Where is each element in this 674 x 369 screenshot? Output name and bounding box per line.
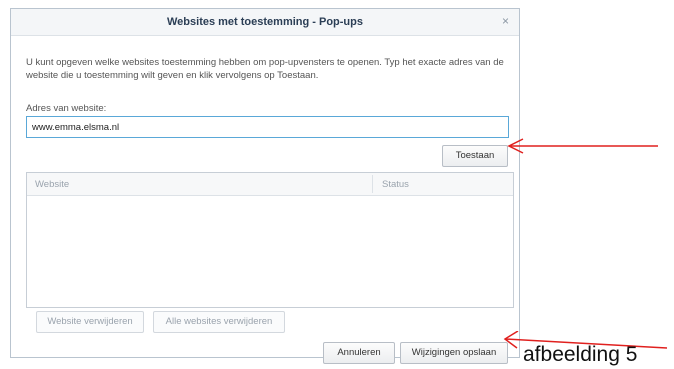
column-header-website[interactable]: Website — [35, 179, 69, 190]
dialog-titlebar: Websites met toestemming - Pop-ups × — [11, 9, 519, 36]
cancel-button[interactable]: Annuleren — [323, 342, 395, 364]
website-address-input[interactable] — [26, 116, 509, 138]
close-icon[interactable]: × — [502, 14, 509, 28]
column-header-status[interactable]: Status — [382, 179, 409, 190]
remove-website-button[interactable]: Website verwijderen — [36, 311, 144, 333]
dialog-title: Websites met toestemming - Pop-ups — [167, 16, 363, 28]
remove-all-websites-button[interactable]: Alle websites verwijderen — [153, 311, 285, 333]
table-header: Website Status — [27, 173, 513, 196]
annotation-arrow-allow — [507, 138, 658, 154]
column-divider — [372, 175, 373, 193]
address-label: Adres van website: — [26, 103, 107, 114]
popup-permissions-dialog: Websites met toestemming - Pop-ups × U k… — [10, 8, 520, 364]
allow-button[interactable]: Toestaan — [442, 145, 508, 167]
websites-table[interactable]: Website Status — [26, 172, 514, 308]
figure-caption: afbeelding 5 — [523, 343, 638, 366]
dialog-description: U kunt opgeven welke websites toestemmin… — [26, 57, 504, 81]
save-changes-button[interactable]: Wijzigingen opslaan — [400, 342, 508, 364]
